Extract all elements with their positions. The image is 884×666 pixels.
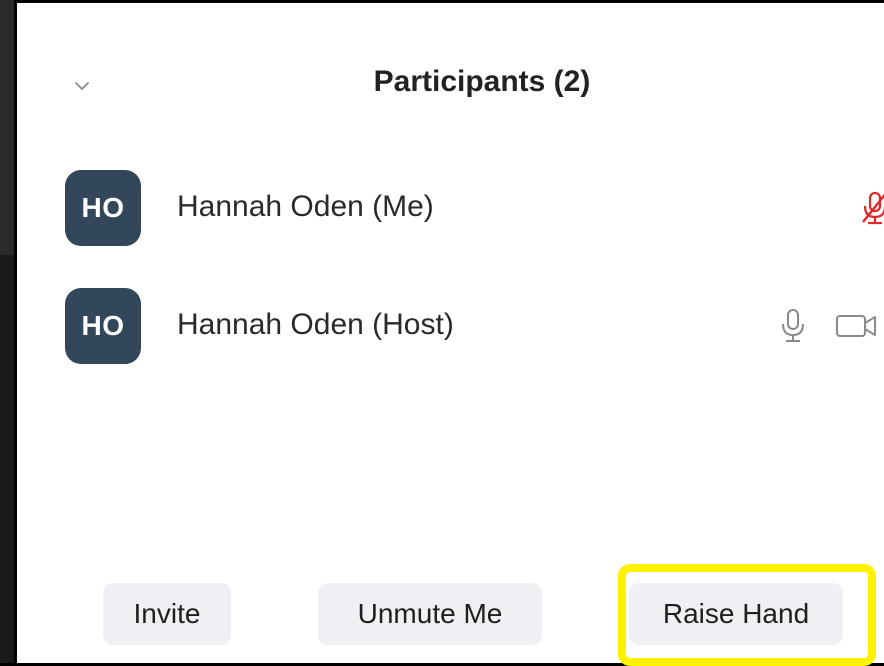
unmute-me-button[interactable]: Unmute Me — [318, 583, 542, 645]
participant-name: Hannah Oden (Me) — [177, 190, 434, 223]
raise-hand-button[interactable]: Raise Hand — [629, 583, 843, 645]
mic-muted-icon[interactable] — [855, 188, 884, 233]
mic-icon[interactable] — [775, 306, 811, 351]
participants-panel: Participants (2) HO Hannah Oden (Me) HO … — [14, 0, 884, 666]
invite-button[interactable]: Invite — [103, 583, 231, 645]
participant-name: Hannah Oden (Host) — [177, 308, 454, 341]
participant-row[interactable]: HO Hannah Oden (Host) — [65, 288, 884, 364]
avatar: HO — [65, 170, 141, 246]
participant-row[interactable]: HO Hannah Oden (Me) — [65, 170, 884, 246]
video-camera-icon[interactable] — [835, 310, 881, 347]
background-window-strip — [0, 0, 14, 255]
panel-title: Participants (2) — [373, 65, 591, 98]
avatar: HO — [65, 288, 141, 364]
background-window-edge — [0, 0, 14, 663]
